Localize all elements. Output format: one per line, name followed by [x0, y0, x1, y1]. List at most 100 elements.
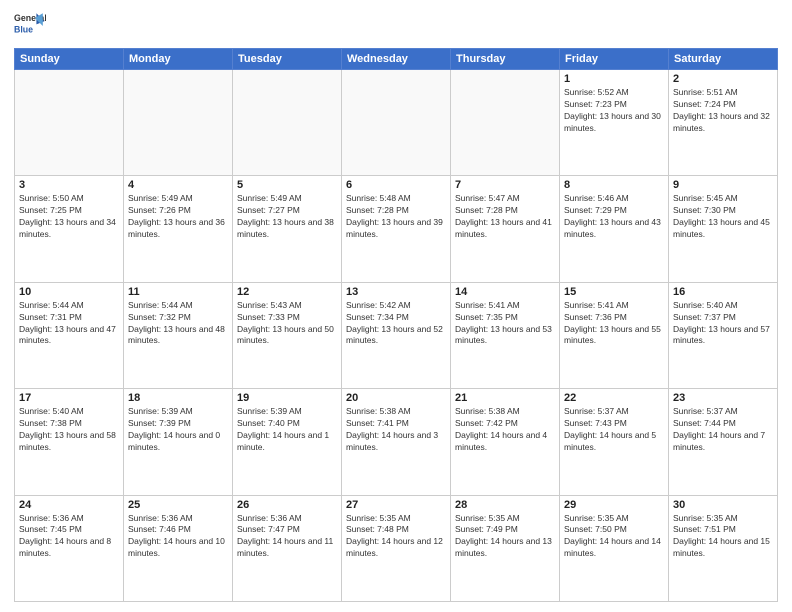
day-number: 30 — [673, 499, 773, 511]
day-info: Sunrise: 5:41 AM Sunset: 7:35 PM Dayligh… — [455, 300, 555, 348]
calendar-cell: 22 Sunrise: 5:37 AM Sunset: 7:43 PM Dayli… — [560, 389, 669, 495]
day-info: Sunrise: 5:38 AM Sunset: 7:41 PM Dayligh… — [346, 406, 446, 454]
day-number: 6 — [346, 179, 446, 191]
day-info: Sunrise: 5:48 AM Sunset: 7:28 PM Dayligh… — [346, 193, 446, 241]
day-info: Sunrise: 5:52 AM Sunset: 7:23 PM Dayligh… — [564, 87, 664, 135]
calendar-cell: 5Sunrise: 5:49 AM Sunset: 7:27 PM Daylig… — [233, 176, 342, 282]
day-info: Sunrise: 5:38 AM Sunset: 7:42 PM Dayligh… — [455, 406, 555, 454]
days-header-row: SundayMondayTuesdayWednesdayThursdayFrid… — [15, 49, 778, 70]
day-number: 10 — [19, 286, 119, 298]
header: GeneralBlue — [14, 10, 778, 42]
day-info: Sunrise: 5:51 AM Sunset: 7:24 PM Dayligh… — [673, 87, 773, 135]
calendar-cell — [124, 70, 233, 176]
calendar-cell — [15, 70, 124, 176]
day-number: 22 — [564, 392, 664, 404]
day-number: 23 — [673, 392, 773, 404]
day-number: 18 — [128, 392, 228, 404]
day-number: 9 — [673, 179, 773, 191]
calendar-cell: 28 Sunrise: 5:35 AM Sunset: 7:49 PM Dayli… — [451, 495, 560, 601]
calendar-cell: 24Sunrise: 5:36 AM Sunset: 7:45 PM Dayli… — [15, 495, 124, 601]
calendar-cell — [342, 70, 451, 176]
week-row-0: 1 Sunrise: 5:52 AM Sunset: 7:23 PM Daylig… — [15, 70, 778, 176]
day-header-tuesday: Tuesday — [233, 49, 342, 70]
day-info: Sunrise: 5:40 AM Sunset: 7:38 PM Dayligh… — [19, 406, 119, 454]
week-row-2: 10 Sunrise: 5:44 AM Sunset: 7:31 PM Dayli… — [15, 282, 778, 388]
calendar-cell: 6 Sunrise: 5:48 AM Sunset: 7:28 PM Daylig… — [342, 176, 451, 282]
day-number: 11 — [128, 286, 228, 298]
calendar-cell: 14 Sunrise: 5:41 AM Sunset: 7:35 PM Dayli… — [451, 282, 560, 388]
day-header-monday: Monday — [124, 49, 233, 70]
day-number: 21 — [455, 392, 555, 404]
day-info: Sunrise: 5:39 AM Sunset: 7:40 PM Dayligh… — [237, 406, 337, 454]
day-info: Sunrise: 5:36 AM Sunset: 7:47 PM Dayligh… — [237, 513, 337, 561]
day-info: Sunrise: 5:35 AM Sunset: 7:50 PM Dayligh… — [564, 513, 664, 561]
logo-icon: GeneralBlue — [14, 10, 46, 42]
day-number: 4 — [128, 179, 228, 191]
day-number: 12 — [237, 286, 337, 298]
calendar-cell: 7 Sunrise: 5:47 AM Sunset: 7:28 PM Daylig… — [451, 176, 560, 282]
day-header-thursday: Thursday — [451, 49, 560, 70]
day-number: 2 — [673, 73, 773, 85]
calendar-cell: 20 Sunrise: 5:38 AM Sunset: 7:41 PM Dayli… — [342, 389, 451, 495]
day-number: 16 — [673, 286, 773, 298]
day-number: 8 — [564, 179, 664, 191]
day-number: 5 — [237, 179, 337, 191]
day-info: Sunrise: 5:43 AM Sunset: 7:33 PM Dayligh… — [237, 300, 337, 348]
day-number: 27 — [346, 499, 446, 511]
calendar-body: 1 Sunrise: 5:52 AM Sunset: 7:23 PM Daylig… — [15, 70, 778, 602]
calendar-table: SundayMondayTuesdayWednesdayThursdayFrid… — [14, 48, 778, 602]
calendar-cell: 4Sunrise: 5:49 AM Sunset: 7:26 PM Daylig… — [124, 176, 233, 282]
calendar-cell: 26Sunrise: 5:36 AM Sunset: 7:47 PM Dayli… — [233, 495, 342, 601]
week-row-4: 24Sunrise: 5:36 AM Sunset: 7:45 PM Dayli… — [15, 495, 778, 601]
day-info: Sunrise: 5:37 AM Sunset: 7:43 PM Dayligh… — [564, 406, 664, 454]
day-number: 13 — [346, 286, 446, 298]
calendar-cell: 27 Sunrise: 5:35 AM Sunset: 7:48 PM Dayli… — [342, 495, 451, 601]
day-number: 17 — [19, 392, 119, 404]
calendar-cell: 13Sunrise: 5:42 AM Sunset: 7:34 PM Dayli… — [342, 282, 451, 388]
day-info: Sunrise: 5:40 AM Sunset: 7:37 PM Dayligh… — [673, 300, 773, 348]
day-info: Sunrise: 5:35 AM Sunset: 7:48 PM Dayligh… — [346, 513, 446, 561]
day-header-saturday: Saturday — [669, 49, 778, 70]
day-info: Sunrise: 5:41 AM Sunset: 7:36 PM Dayligh… — [564, 300, 664, 348]
day-number: 20 — [346, 392, 446, 404]
calendar-cell: 19 Sunrise: 5:39 AM Sunset: 7:40 PM Dayli… — [233, 389, 342, 495]
page: GeneralBlue SundayMondayTuesdayWednesday… — [0, 0, 792, 612]
calendar-cell: 18 Sunrise: 5:39 AM Sunset: 7:39 PM Dayli… — [124, 389, 233, 495]
day-number: 1 — [564, 73, 664, 85]
day-header-sunday: Sunday — [15, 49, 124, 70]
week-row-3: 17 Sunrise: 5:40 AM Sunset: 7:38 PM Dayli… — [15, 389, 778, 495]
calendar-cell: 9 Sunrise: 5:45 AM Sunset: 7:30 PM Daylig… — [669, 176, 778, 282]
calendar-cell: 29 Sunrise: 5:35 AM Sunset: 7:50 PM Dayli… — [560, 495, 669, 601]
day-number: 19 — [237, 392, 337, 404]
logo: GeneralBlue — [14, 10, 46, 42]
calendar-cell — [233, 70, 342, 176]
calendar-cell: 17 Sunrise: 5:40 AM Sunset: 7:38 PM Dayli… — [15, 389, 124, 495]
day-info: Sunrise: 5:47 AM Sunset: 7:28 PM Dayligh… — [455, 193, 555, 241]
day-header-wednesday: Wednesday — [342, 49, 451, 70]
svg-text:Blue: Blue — [14, 24, 33, 34]
calendar-cell: 23 Sunrise: 5:37 AM Sunset: 7:44 PM Dayli… — [669, 389, 778, 495]
day-info: Sunrise: 5:44 AM Sunset: 7:31 PM Dayligh… — [19, 300, 119, 348]
day-number: 25 — [128, 499, 228, 511]
calendar-cell: 10 Sunrise: 5:44 AM Sunset: 7:31 PM Dayli… — [15, 282, 124, 388]
day-info: Sunrise: 5:37 AM Sunset: 7:44 PM Dayligh… — [673, 406, 773, 454]
calendar-cell: 30Sunrise: 5:35 AM Sunset: 7:51 PM Dayli… — [669, 495, 778, 601]
calendar-cell: 11 Sunrise: 5:44 AM Sunset: 7:32 PM Dayli… — [124, 282, 233, 388]
day-number: 29 — [564, 499, 664, 511]
day-info: Sunrise: 5:44 AM Sunset: 7:32 PM Dayligh… — [128, 300, 228, 348]
day-number: 3 — [19, 179, 119, 191]
calendar-cell: 12 Sunrise: 5:43 AM Sunset: 7:33 PM Dayli… — [233, 282, 342, 388]
day-info: Sunrise: 5:35 AM Sunset: 7:49 PM Dayligh… — [455, 513, 555, 561]
day-number: 7 — [455, 179, 555, 191]
calendar-cell: 1 Sunrise: 5:52 AM Sunset: 7:23 PM Daylig… — [560, 70, 669, 176]
calendar-cell — [451, 70, 560, 176]
day-info: Sunrise: 5:46 AM Sunset: 7:29 PM Dayligh… — [564, 193, 664, 241]
calendar-cell: 2 Sunrise: 5:51 AM Sunset: 7:24 PM Daylig… — [669, 70, 778, 176]
day-header-friday: Friday — [560, 49, 669, 70]
day-info: Sunrise: 5:39 AM Sunset: 7:39 PM Dayligh… — [128, 406, 228, 454]
day-number: 14 — [455, 286, 555, 298]
calendar-cell: 16 Sunrise: 5:40 AM Sunset: 7:37 PM Dayli… — [669, 282, 778, 388]
day-number: 28 — [455, 499, 555, 511]
day-info: Sunrise: 5:45 AM Sunset: 7:30 PM Dayligh… — [673, 193, 773, 241]
day-info: Sunrise: 5:50 AM Sunset: 7:25 PM Dayligh… — [19, 193, 119, 241]
